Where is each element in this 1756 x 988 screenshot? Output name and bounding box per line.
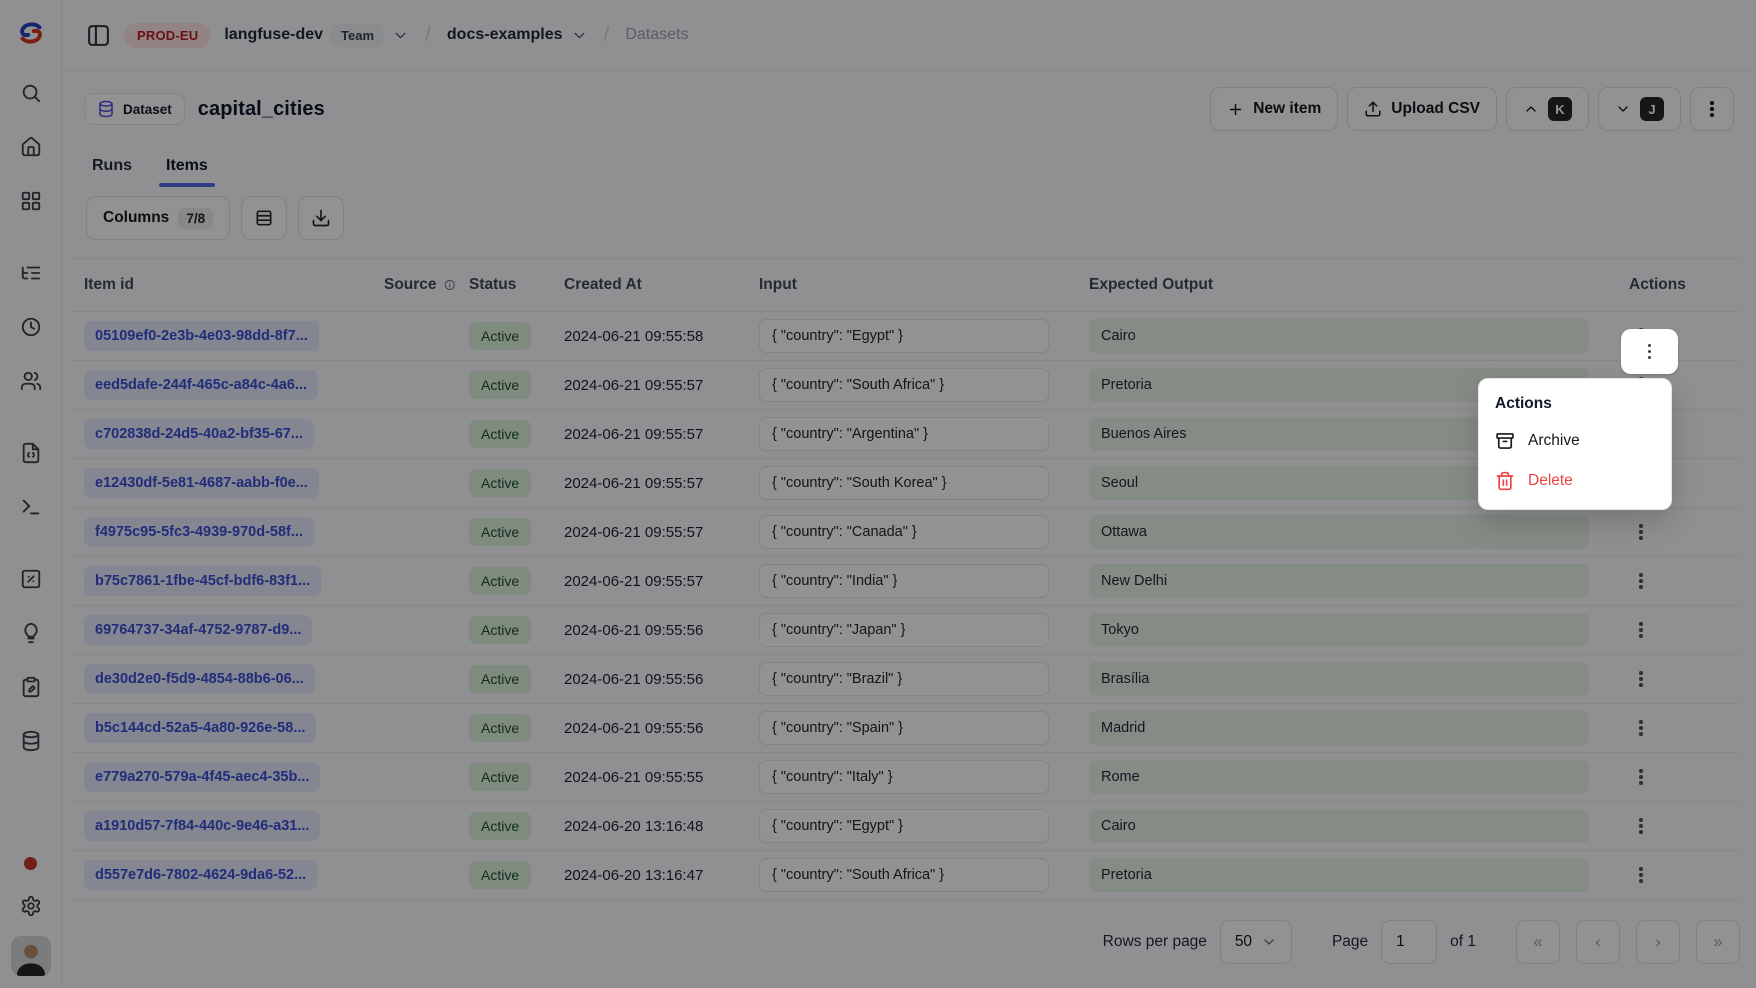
active-row-actions-button[interactable] <box>1621 329 1678 374</box>
menu-item-delete[interactable]: Delete <box>1479 461 1671 501</box>
actions-context-menu: Actions Archive Delete <box>1478 378 1672 510</box>
kebab-icon <box>1648 344 1652 360</box>
context-menu-title: Actions <box>1479 385 1671 421</box>
trash-icon <box>1495 471 1515 491</box>
archive-icon <box>1495 431 1515 451</box>
menu-item-archive[interactable]: Archive <box>1479 421 1671 461</box>
